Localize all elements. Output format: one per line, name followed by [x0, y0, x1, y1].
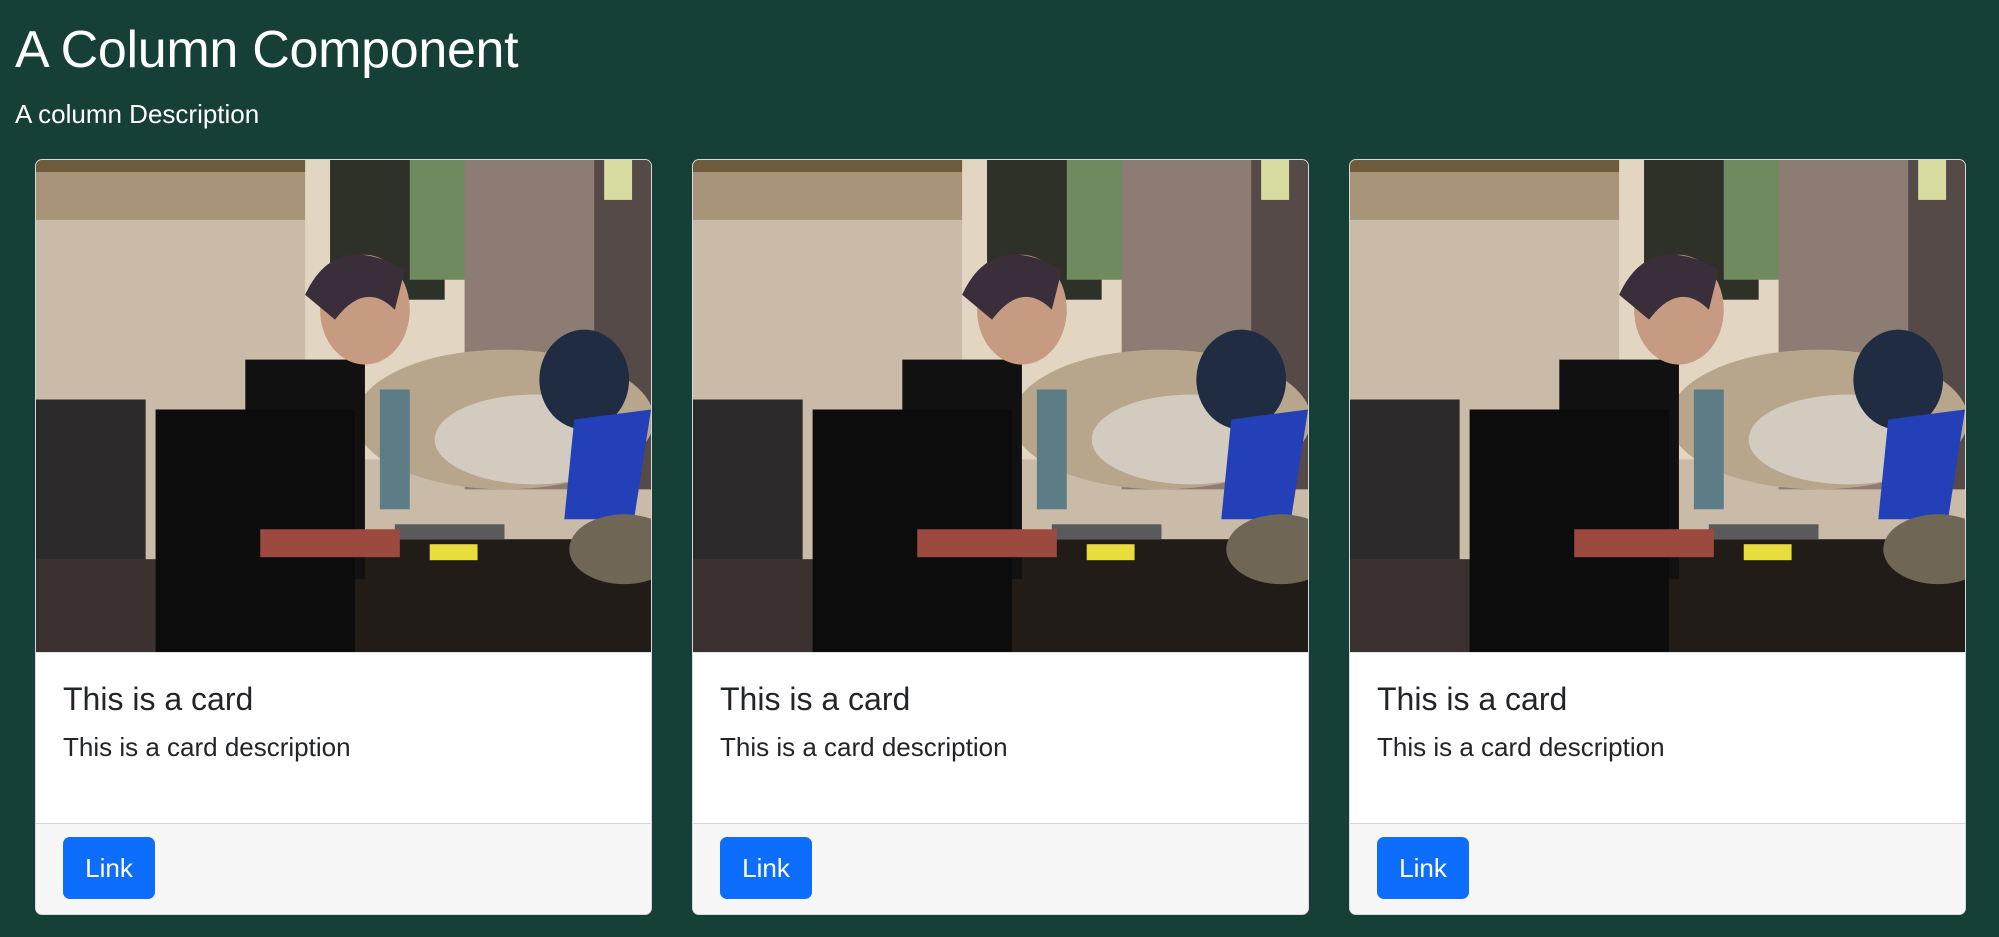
- link-button[interactable]: Link: [63, 837, 155, 899]
- photo-illustration: [693, 160, 1308, 652]
- card: This is a card This is a card descriptio…: [35, 159, 652, 915]
- link-button[interactable]: Link: [720, 837, 812, 899]
- card-title: This is a card: [1377, 681, 1568, 717]
- card-description: This is a card description: [63, 732, 351, 762]
- page-title: A Column Component: [15, 21, 519, 79]
- card-footer: Link: [693, 824, 1308, 914]
- card-image: [693, 160, 1308, 653]
- card-title: This is a card: [63, 681, 254, 717]
- card-body: This is a card This is a card descriptio…: [36, 653, 651, 824]
- cards-row: This is a card This is a card descriptio…: [35, 159, 1966, 915]
- card-image: [36, 160, 651, 653]
- photo-illustration: [1350, 160, 1965, 652]
- photo-illustration: [36, 160, 651, 652]
- card-description: This is a card description: [720, 732, 1008, 762]
- card: This is a card This is a card descriptio…: [1349, 159, 1966, 915]
- card-body: This is a card This is a card descriptio…: [693, 653, 1308, 824]
- link-button[interactable]: Link: [1377, 837, 1469, 899]
- card-description: This is a card description: [1377, 732, 1665, 762]
- card: This is a card This is a card descriptio…: [692, 159, 1309, 915]
- card-body: This is a card This is a card descriptio…: [1350, 653, 1965, 824]
- card-title: This is a card: [720, 681, 911, 717]
- card-footer: Link: [1350, 824, 1965, 914]
- card-image: [1350, 160, 1965, 653]
- page-description: A column Description: [15, 99, 260, 129]
- card-footer: Link: [36, 824, 651, 914]
